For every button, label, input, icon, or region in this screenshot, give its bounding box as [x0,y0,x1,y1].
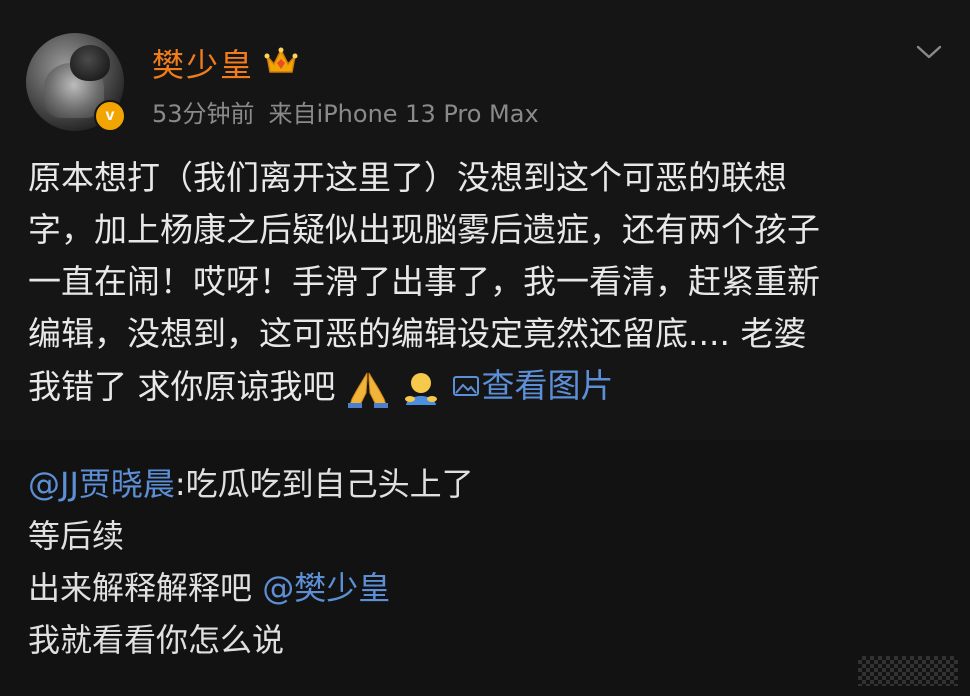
view-picture-link[interactable]: 查看图片 [452,360,614,412]
picture-icon [452,376,479,396]
chevron-down-icon[interactable] [914,42,944,62]
post-time: 53分钟前 [152,100,255,128]
crown-icon [264,47,298,73]
mention-link[interactable]: @JJ贾晓晨 [28,465,175,503]
comment-text-3: 出来解释解释吧 [28,569,263,607]
post-source: 来自iPhone 13 Pro Max [268,100,539,128]
praying-hands-icon [347,372,388,408]
post-line-5-text: 我错了 求你原谅我吧 [28,367,336,406]
post-card: v 樊少皇 53分钟前 来自iPhone 13 Pro Max 原本想打（我们离开… [0,0,970,440]
person-bowing-icon [404,372,437,405]
pixelated-watermark [858,656,958,686]
comment-line-2: 等后续 [28,517,125,555]
verified-badge-icon: v [94,100,126,132]
comment-text-1: :吃瓜吃到自己头上了 [174,465,474,503]
post-line-4: 编辑，没想到，这可恶的编辑设定竟然还留底.... 老婆 [28,314,807,353]
post-line-2: 字，加上杨康之后疑似出现脳雾后遗症，还有两个孩子 [28,210,820,249]
post-line-3: 一直在闹！哎呀！手滑了出事了，我一看清，赶紧重新 [28,262,820,301]
comment-line-3: 出来解释解释吧 @樊少皇 [28,562,958,614]
comment-block: @JJ贾晓晨:吃瓜吃到自己头上了 等后续 出来解释解释吧 @樊少皇 我就看看你怎… [28,458,958,666]
username[interactable]: 樊少皇 [152,40,254,86]
comment-line-4: 我就看看你怎么说 [28,621,285,659]
post-meta: 53分钟前 来自iPhone 13 Pro Max [152,94,539,129]
comment-line-1: @JJ贾晓晨:吃瓜吃到自己头上了 [28,458,958,510]
post-line-1: 原本想打（我们离开这里了）没想到这个可恶的联想 [28,158,787,197]
mention-link-2[interactable]: @樊少皇 [262,569,390,607]
avatar-glove [70,45,110,81]
post-line-5: 我错了 求你原谅我吧 查看图片 [28,360,958,413]
post-body: 原本想打（我们离开这里了）没想到这个可恶的联想 字，加上杨康之后疑似出现脳雾后遗… [28,152,958,413]
view-picture-label: 查看图片 [481,366,614,405]
